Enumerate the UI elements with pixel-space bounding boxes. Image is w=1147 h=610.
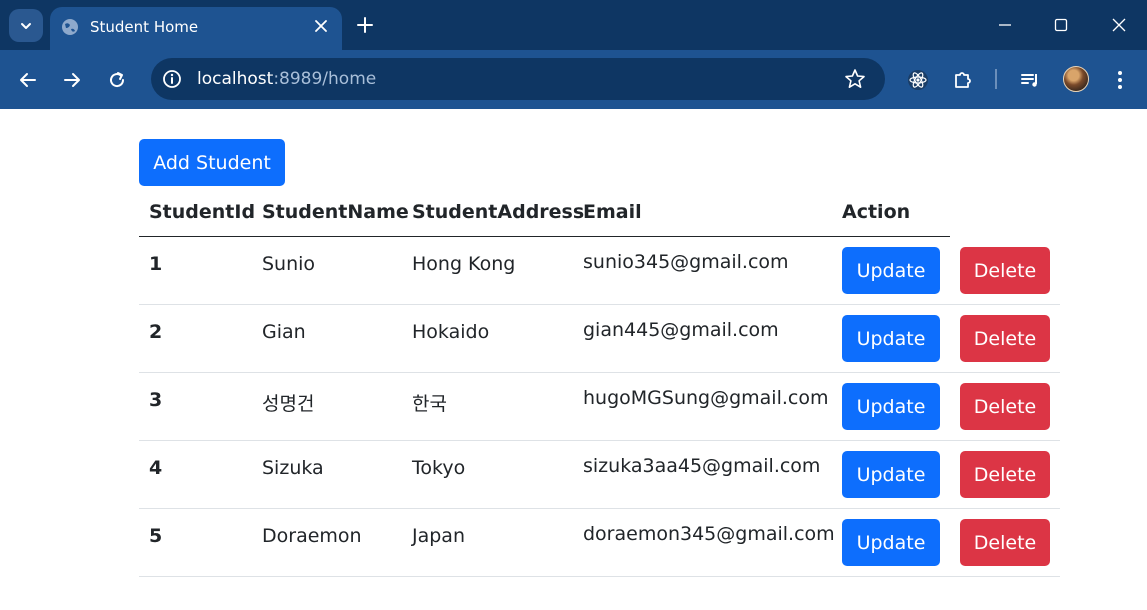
table-row: 3 성명건 한국 hugoMGSung@gmail.com Update Del…: [139, 373, 1060, 441]
extensions-icon[interactable]: [947, 64, 979, 96]
delete-button[interactable]: Delete: [960, 451, 1050, 498]
cell-student-name: Sizuka: [262, 457, 324, 479]
delete-button[interactable]: Delete: [960, 315, 1050, 362]
cell-email: doraemon345@gmail.com: [583, 523, 835, 545]
maximize-icon[interactable]: [1044, 8, 1078, 42]
header-student-id: StudentId: [149, 201, 256, 223]
browser-toolbar: localhost:8989/home: [0, 50, 1147, 109]
page-content: Add Student StudentId StudentName Studen…: [0, 109, 1147, 610]
update-button[interactable]: Update: [842, 247, 940, 294]
cell-student-address: Hokaido: [412, 321, 490, 343]
cell-student-id: 1: [149, 253, 163, 275]
toolbar-divider: [995, 69, 997, 89]
header-action: Action: [842, 201, 911, 223]
table-row: 5 Doraemon Japan doraemon345@gmail.com U…: [139, 509, 1060, 577]
star-icon[interactable]: [843, 67, 867, 91]
tab-search-icon[interactable]: [9, 9, 43, 42]
cell-email: sunio345@gmail.com: [583, 251, 789, 273]
minimize-icon[interactable]: [988, 8, 1022, 42]
cell-email: sizuka3aa45@gmail.com: [583, 455, 821, 477]
media-queue-icon[interactable]: [1014, 64, 1046, 96]
window-close-icon[interactable]: [1102, 8, 1136, 42]
back-arrow-icon[interactable]: [12, 64, 44, 96]
update-button[interactable]: Update: [842, 519, 940, 566]
address-bar[interactable]: localhost:8989/home: [151, 58, 885, 100]
close-icon[interactable]: [311, 16, 331, 36]
delete-button[interactable]: Delete: [960, 519, 1050, 566]
tab-strip: Student Home: [0, 0, 1147, 50]
cell-student-address: Tokyo: [412, 457, 466, 479]
cell-email: gian445@gmail.com: [583, 319, 779, 341]
table-row: 2 Gian Hokaido gian445@gmail.com Update …: [139, 305, 1060, 373]
delete-button[interactable]: Delete: [960, 383, 1050, 430]
update-button[interactable]: Update: [842, 451, 940, 498]
table-row: 1 Sunio Hong Kong sunio345@gmail.com Upd…: [139, 237, 1060, 305]
header-student-address: StudentAddress: [412, 201, 585, 223]
update-button[interactable]: Update: [842, 383, 940, 430]
url-host: localhost: [197, 69, 274, 89]
info-icon[interactable]: [161, 68, 183, 90]
tab-title: Student Home: [90, 18, 199, 36]
cell-student-id: 2: [149, 321, 163, 343]
table-row: 4 Sizuka Tokyo sizuka3aa45@gmail.com Upd…: [139, 441, 1060, 509]
cell-student-address: 한국: [412, 393, 447, 415]
cell-email: hugoMGSung@gmail.com: [583, 387, 829, 409]
cell-student-address: Japan: [412, 525, 465, 547]
cell-student-name: 성명건: [262, 393, 315, 415]
tab-student-home[interactable]: Student Home: [50, 7, 342, 50]
header-email: Email: [583, 201, 642, 223]
cell-student-id: 4: [149, 457, 163, 479]
url-text: localhost:8989/home: [197, 69, 376, 89]
add-student-button[interactable]: Add Student: [139, 139, 285, 186]
update-button[interactable]: Update: [842, 315, 940, 362]
forward-arrow-icon[interactable]: [56, 64, 88, 96]
globe-icon: [62, 19, 78, 35]
cell-student-id: 3: [149, 389, 163, 411]
cell-student-address: Hong Kong: [412, 253, 516, 275]
profile-avatar[interactable]: [1063, 66, 1089, 92]
cell-student-id: 5: [149, 525, 163, 547]
url-path: :8989/home: [273, 69, 377, 89]
header-student-name: StudentName: [262, 201, 409, 223]
more-vert-icon[interactable]: [1104, 64, 1136, 96]
cell-student-name: Sunio: [262, 253, 316, 275]
reload-icon[interactable]: [101, 64, 133, 96]
table-header: StudentId StudentName StudentAddress Ema…: [139, 192, 950, 237]
cell-student-name: Doraemon: [262, 525, 362, 547]
plus-icon[interactable]: [352, 12, 378, 38]
delete-button[interactable]: Delete: [960, 247, 1050, 294]
react-devtools-icon[interactable]: [902, 64, 934, 96]
cell-student-name: Gian: [262, 321, 306, 343]
browser-chrome: Student Home localhost:8989/home: [0, 0, 1147, 109]
